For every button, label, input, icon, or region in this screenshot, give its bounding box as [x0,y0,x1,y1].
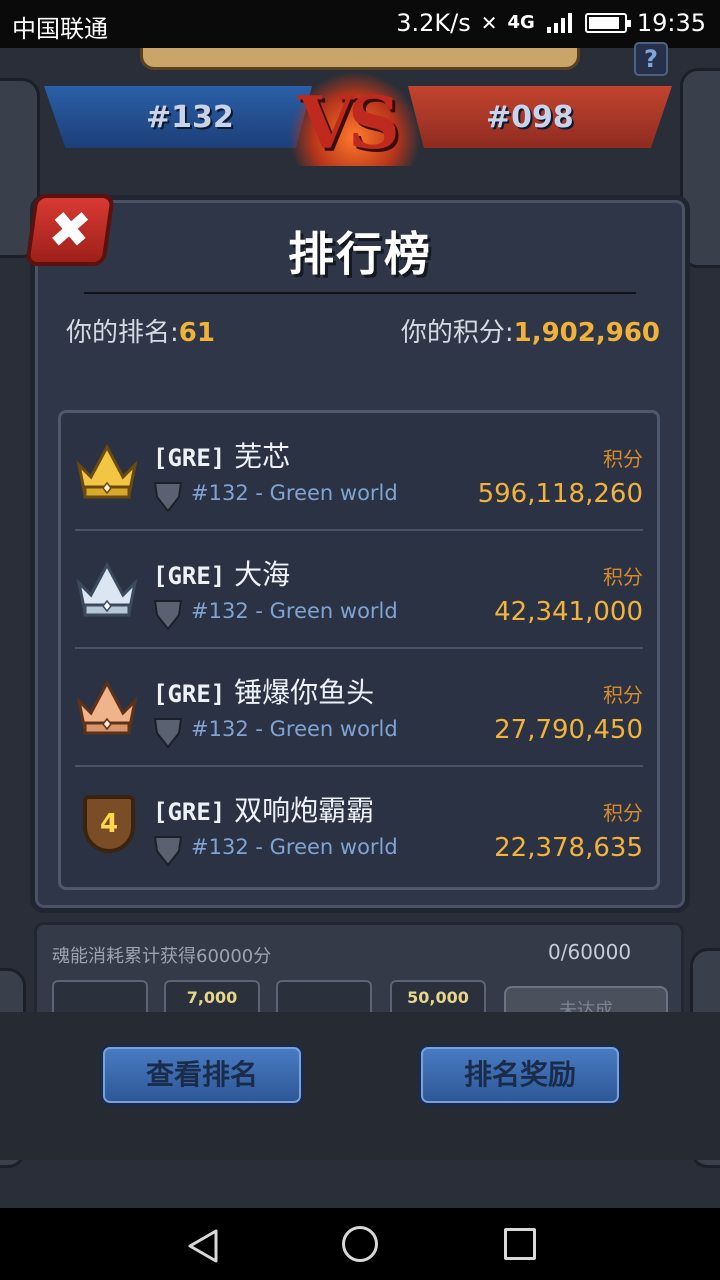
player-name: [GRE] 大海 [153,558,291,591]
right-server-id: #098 [486,100,574,135]
player-name: [GRE] 锤爆你鱼头 [153,676,375,709]
recent-apps-icon[interactable] [504,1228,536,1260]
leaderboard-row[interactable]: [GRE] 芜芯 #132 - Green world 积分 596,118,2… [61,413,657,531]
player-name: [GRE] 芜芯 [153,440,291,473]
home-icon[interactable] [342,1226,378,1262]
guild-shield-icon [153,482,183,513]
gold-crown-icon [76,443,138,499]
player-score: 27,790,450 [494,715,643,745]
signal-icon [546,13,572,33]
score-label: 积分 [603,447,643,471]
help-button[interactable]: ? [634,42,668,76]
player-score: 596,118,260 [477,479,643,509]
silver-crown-icon [76,561,138,617]
title-divider [84,292,636,294]
my-rank-label: 你的排名: [66,318,179,348]
view-rank-button[interactable]: 查看排名 [100,1044,304,1106]
score-label: 积分 [603,565,643,589]
player-name: [GRE] 双响炮霸霸 [153,794,375,827]
my-score-value: 1,902,960 [513,318,660,348]
vs-logo: VS [298,80,400,165]
score-label: 积分 [603,801,643,825]
my-rank: 你的排名:61 [66,312,215,349]
clock: 19:35 [636,9,706,37]
my-rank-value: 61 [178,318,215,348]
navigation-bar [0,1208,720,1280]
quest-progress: 0/60000 [548,940,632,964]
player-server: #132 - Green world [191,599,398,623]
modal-title: 排行榜 [288,227,432,281]
leaderboard-list[interactable]: [GRE] 芜芯 #132 - Green world 积分 596,118,2… [58,410,660,890]
my-score-label: 你的积分: [400,318,514,348]
rank-badge-icon: 4 [83,795,135,853]
mute-icon: ✕ [480,11,498,35]
player-score: 22,378,635 [494,833,643,863]
guild-shield-icon [153,718,183,749]
battery-icon [584,13,631,33]
quest-description: 魂能消耗累计获得60000分 [52,946,272,967]
guild-shield-icon [153,600,183,631]
score-label: 积分 [603,683,643,707]
back-icon[interactable] [186,1228,220,1264]
leaderboard-row[interactable]: [GRE] 锤爆你鱼头 #132 - Green world 积分 27,790… [61,649,657,767]
bronze-crown-icon [76,679,138,735]
carrier-name: 中国联通 [12,15,108,43]
leaderboard-row[interactable]: 4 [GRE] 双响炮霸霸 #132 - Green world 积分 22,3… [61,767,657,885]
my-score: 你的积分:1,902,960 [401,312,660,349]
top-banner [140,48,580,70]
leaderboard-row[interactable]: [GRE] 大海 #132 - Green world 积分 42,341,00… [61,531,657,649]
player-server: #132 - Green world [191,835,398,859]
network-speed: 3.2K/s [396,9,471,37]
guild-shield-icon [153,836,183,867]
player-server: #132 - Green world [191,481,398,505]
rank-reward-button[interactable]: 排名奖励 [418,1044,622,1106]
left-server-id: #132 [146,100,234,135]
status-icons: 3.2K/s ✕ 4G 19:35 [396,9,706,37]
network-type: 4G [507,12,535,33]
player-score: 42,341,000 [494,597,643,627]
status-bar: 中国联通 3.2K/s ✕ 4G 19:35 [0,0,720,48]
player-server: #132 - Green world [191,717,398,741]
